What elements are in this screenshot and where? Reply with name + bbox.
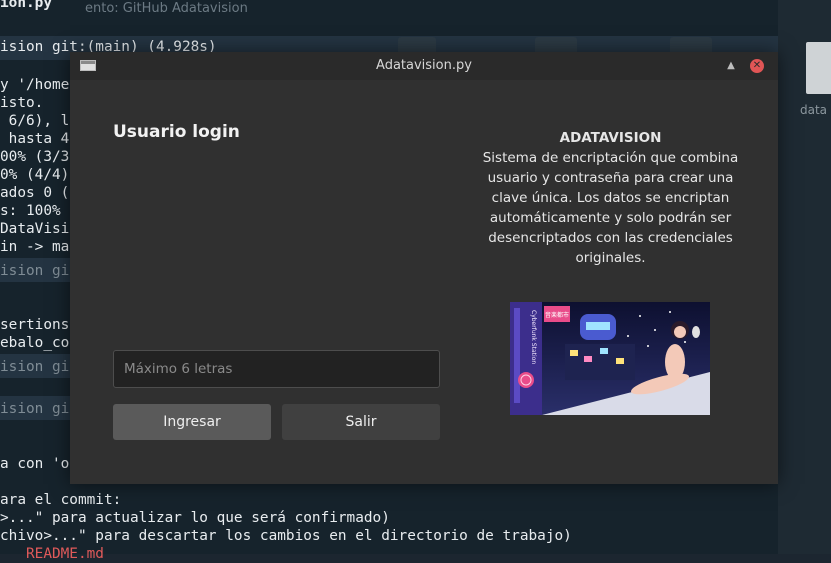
maximize-icon[interactable]: ▲ [725, 60, 737, 72]
terminal-line: ion.py [0, 0, 52, 11]
terminal-line: ados 0 (d [0, 185, 78, 201]
adatavision-window: Adatavision.py ▲ ✕ Usuario login Ingresa… [70, 52, 778, 484]
desktop-file-label[interactable]: data [800, 103, 827, 117]
info-panel: ADATAVISION Sistema de encriptación que … [475, 128, 746, 268]
terminal-line: hasta 4 [0, 131, 70, 147]
artwork-illustration: Cyberfunk Station 音楽都市 [510, 302, 710, 415]
close-icon[interactable]: ✕ [750, 59, 764, 73]
terminal-line: 00% (3/3) [0, 149, 78, 165]
terminal-line: ara el commit: [0, 492, 122, 508]
terminal-line: a con 'or [0, 456, 78, 472]
terminal-line: isto. [0, 95, 44, 111]
window-titlebar[interactable]: Adatavision.py ▲ ✕ [70, 52, 778, 80]
terminal-line: 6/6), li [0, 113, 78, 129]
terminal-line: ision git [0, 359, 78, 375]
terminal-line: in -> mai [0, 239, 78, 255]
info-line: usuario y contraseña para crear una [487, 170, 734, 186]
artwork-vertical-text: Cyberfunk Station [530, 310, 537, 364]
info-line: desencriptados con las credenciales [488, 230, 733, 246]
cyberfunk-artwork-image: Cyberfunk Station 音楽都市 [510, 302, 710, 415]
artwork-kanji: 音楽都市 [545, 311, 569, 319]
exit-button[interactable]: Salir [282, 404, 440, 440]
info-title: ADATAVISION [559, 130, 662, 146]
terminal-line: >..." para actualizar lo que será confir… [0, 510, 390, 526]
info-line: Sistema de encriptación que combina [482, 150, 739, 166]
info-line: clave única. Los datos se encriptan [491, 190, 730, 206]
terminal-line: ebalo_con [0, 335, 78, 351]
terminal-line: sertions( [0, 317, 78, 333]
info-line: automáticamente y solo podrán ser [489, 210, 732, 226]
desktop-file-icon[interactable] [806, 42, 831, 94]
login-heading: Usuario login [113, 122, 240, 142]
window-title: Adatavision.py [376, 58, 472, 73]
terminal-line: DataVisio [0, 221, 78, 237]
terminal-ghost-title: ento: GitHub Adatavision [85, 1, 248, 16]
terminal-line: s: 100% ( [0, 203, 78, 219]
info-line: originales. [575, 250, 646, 266]
terminal-line: README.md [0, 546, 104, 562]
terminal-line: ision git [0, 401, 78, 417]
terminal-line: y '/home/ [0, 77, 78, 93]
terminal-line: ision git [0, 263, 78, 279]
login-button[interactable]: Ingresar [113, 404, 271, 440]
password-input[interactable] [113, 350, 440, 388]
terminal-line: chivo>..." para descartar los cambios en… [0, 528, 572, 544]
terminal-line: 0% (4/4) [0, 167, 70, 183]
